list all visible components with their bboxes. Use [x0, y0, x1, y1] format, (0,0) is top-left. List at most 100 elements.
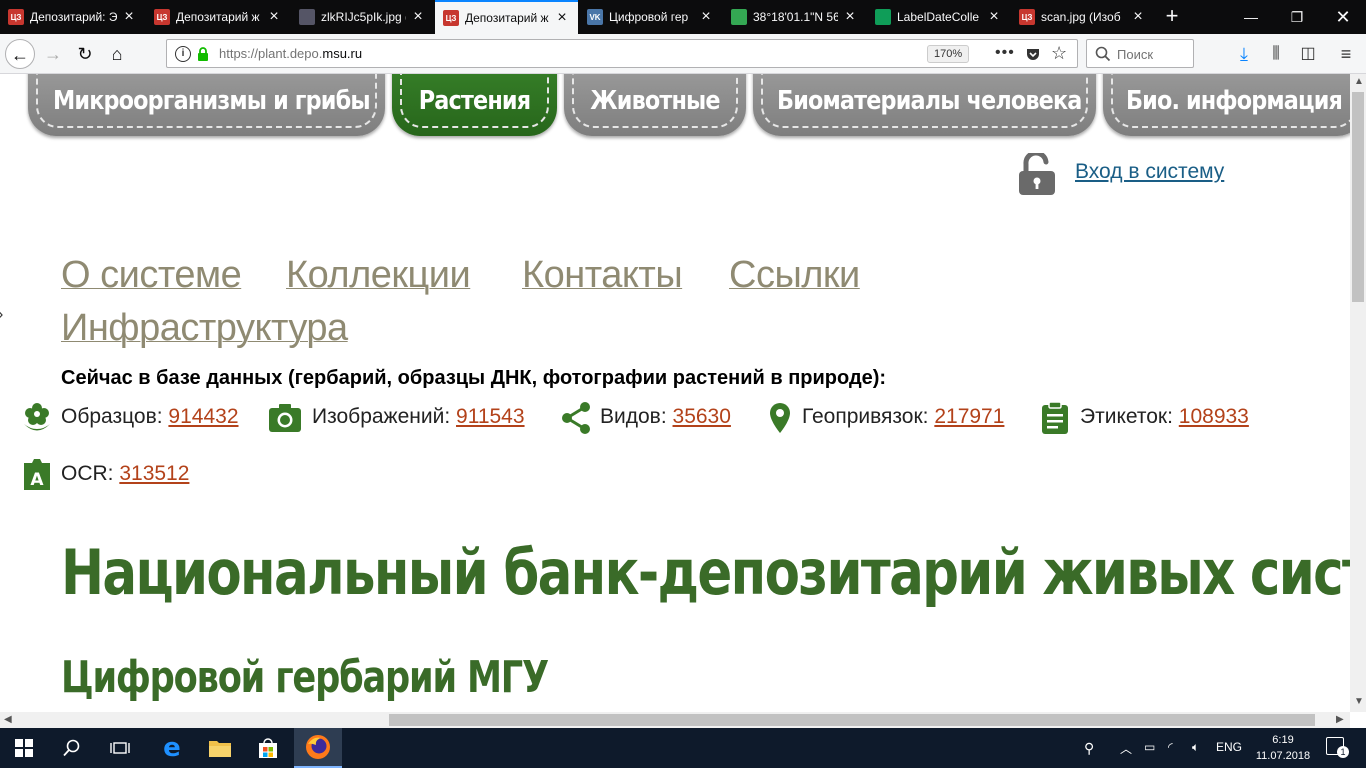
category-tab-bio-information[interactable]: Био. информация — [1103, 74, 1350, 136]
menu-icon[interactable]: ≡ — [1336, 44, 1356, 64]
scroll-down-icon[interactable]: ▼ — [1354, 696, 1364, 707]
page-title: Национальный банк-депозитарий живых сист… — [61, 536, 1350, 609]
login-link[interactable]: Вход в систему — [1075, 160, 1224, 184]
store-icon — [259, 738, 277, 758]
url-bar[interactable]: i https://plant.depo.msu.ru 170% ••• ☆ — [166, 39, 1078, 68]
new-tab-button[interactable]: + — [1158, 4, 1186, 30]
browser-tab[interactable]: zlkRIJc5pIk.jpg ( × — [291, 0, 434, 34]
image-favicon-icon — [299, 9, 315, 25]
store-app[interactable] — [244, 728, 292, 768]
flower-icon — [24, 403, 50, 431]
scroll-right-icon[interactable]: ▶ — [1336, 714, 1344, 725]
volume-icon[interactable]: 🔈︎ — [1192, 740, 1199, 755]
browser-tab[interactable]: 38°18'01.1"N 56 × — [723, 0, 866, 34]
back-icon[interactable]: ← — [5, 39, 35, 69]
menu-link-collections[interactable]: Коллекции — [286, 254, 471, 297]
download-icon[interactable]: ⤓ — [1234, 44, 1254, 64]
browser-tab[interactable]: LabelDateColle × — [867, 0, 1010, 34]
close-tab-icon[interactable]: × — [554, 10, 570, 26]
browser-tab[interactable]: ЦЗ Депозитарий: Э × — [0, 0, 145, 34]
menu-link-contacts[interactable]: Контакты — [522, 254, 683, 297]
stat-images-value[interactable]: 911543 — [456, 405, 525, 428]
edge-app[interactable]: e — [148, 728, 196, 768]
share-icon — [562, 402, 590, 434]
stat-labels-value[interactable]: 108933 — [1179, 405, 1249, 428]
tab-title: scan.jpg (Изоб — [1041, 10, 1121, 24]
menu-link-links[interactable]: Ссылки — [729, 254, 860, 297]
stat-specimens: Образцов: 914432 — [61, 405, 239, 429]
file-explorer-app[interactable] — [196, 728, 244, 768]
category-tab-label: Микроорганизмы и грибы — [52, 86, 371, 116]
category-tab-label: Животные — [590, 86, 720, 116]
browser-tab[interactable]: VK Цифровой гер × — [579, 0, 722, 34]
notifications-icon[interactable]: 1 — [1326, 737, 1349, 758]
tab-bar: ЦЗ Депозитарий: Э × ЦЗ Депозитарий ж × z… — [0, 0, 1366, 34]
firefox-app[interactable] — [294, 728, 342, 768]
tab-title: Депозитарий: Э — [30, 10, 117, 24]
reload-icon[interactable]: ↻ — [70, 39, 100, 69]
minimize-icon[interactable]: — — [1228, 0, 1274, 34]
windows-taskbar: e ⚲ ︿ ▭ ◜ 🔈︎ ENG 6:19 11.07.2018 1 — [0, 728, 1366, 768]
folder-icon — [209, 741, 231, 757]
svg-text:A: A — [30, 470, 44, 490]
stat-species-value[interactable]: 35630 — [673, 405, 731, 428]
category-tab-human-biomaterials[interactable]: Биоматериалы человека — [753, 74, 1096, 136]
info-icon[interactable]: i — [175, 46, 191, 62]
horizontal-scrollbar[interactable]: ◀ ▶ — [0, 712, 1350, 728]
start-button[interactable] — [0, 728, 48, 768]
firefox-icon — [306, 735, 330, 759]
menu-link-infrastructure[interactable]: Инфраструктура — [61, 307, 348, 350]
menu-link-about[interactable]: О системе — [61, 254, 242, 297]
stat-specimens-value[interactable]: 914432 — [168, 405, 238, 428]
scrollbar-thumb[interactable] — [389, 714, 1315, 726]
people-icon[interactable]: ⚲ — [1084, 740, 1094, 757]
forward-icon[interactable]: → — [38, 39, 68, 69]
browser-tab-active[interactable]: ЦЗ Депозитарий ж × — [435, 0, 578, 34]
pocket-icon[interactable] — [1025, 46, 1041, 62]
scroll-up-icon[interactable]: ▲ — [1354, 76, 1364, 87]
camera-icon — [269, 404, 301, 432]
search-icon — [63, 739, 80, 757]
browser-tab[interactable]: ЦЗ Депозитарий ж × — [146, 0, 290, 34]
battery-icon[interactable]: ▭ — [1144, 740, 1155, 754]
vertical-scrollbar[interactable]: ▲ ▼ — [1350, 74, 1366, 712]
stat-ocr-value[interactable]: 313512 — [119, 462, 189, 485]
unlock-icon[interactable] — [1018, 153, 1056, 195]
close-tab-icon[interactable]: × — [842, 9, 858, 25]
close-tab-icon[interactable]: × — [410, 9, 426, 25]
scroll-left-icon[interactable]: ◀ — [4, 714, 12, 725]
url-text[interactable]: https://plant.depo.msu.ru — [219, 46, 362, 61]
language-indicator[interactable]: ENG — [1216, 740, 1242, 754]
category-tab-plants[interactable]: Растения — [392, 74, 557, 136]
zoom-indicator[interactable]: 170% — [927, 45, 970, 63]
restore-icon[interactable]: ❐ — [1274, 0, 1320, 34]
stat-georeferences-value[interactable]: 217971 — [934, 405, 1004, 428]
sidebar-icon[interactable]: ◫ — [1298, 44, 1318, 64]
close-window-icon[interactable]: ✕ — [1320, 0, 1366, 34]
clock-date: 11.07.2018 — [1255, 750, 1311, 762]
category-tab-label: Био. информация — [1125, 86, 1343, 116]
search-button[interactable] — [48, 728, 96, 768]
close-tab-icon[interactable]: × — [698, 9, 714, 25]
close-tab-icon[interactable]: × — [1130, 9, 1146, 25]
close-tab-icon[interactable]: × — [986, 9, 1002, 25]
home-icon[interactable]: ⌂ — [102, 39, 132, 69]
close-tab-icon[interactable]: × — [266, 9, 282, 25]
chevron-right-icon[interactable]: › — [0, 306, 3, 324]
category-tab-microorganisms[interactable]: Микроорганизмы и грибы — [28, 74, 385, 136]
library-icon[interactable]: ⫼ — [1266, 44, 1286, 64]
bookmark-star-icon[interactable]: ☆ — [1051, 43, 1067, 64]
tab-title: Депозитарий ж — [176, 10, 260, 24]
browser-tab[interactable]: ЦЗ scan.jpg (Изоб × — [1011, 0, 1154, 34]
show-hidden-icons-icon[interactable]: ︿ — [1120, 740, 1132, 757]
search-input[interactable]: Поиск — [1086, 39, 1194, 68]
wifi-icon[interactable]: ◜ — [1168, 740, 1173, 754]
scrollbar-thumb[interactable] — [1352, 92, 1364, 302]
task-view-button[interactable] — [96, 728, 144, 768]
page-actions-icon[interactable]: ••• — [995, 44, 1015, 62]
stat-label: OCR: — [61, 462, 114, 485]
task-view-icon — [110, 742, 130, 754]
close-tab-icon[interactable]: × — [121, 9, 137, 25]
category-tab-animals[interactable]: Животные — [564, 74, 746, 136]
clock[interactable]: 6:19 11.07.2018 — [1253, 732, 1313, 764]
